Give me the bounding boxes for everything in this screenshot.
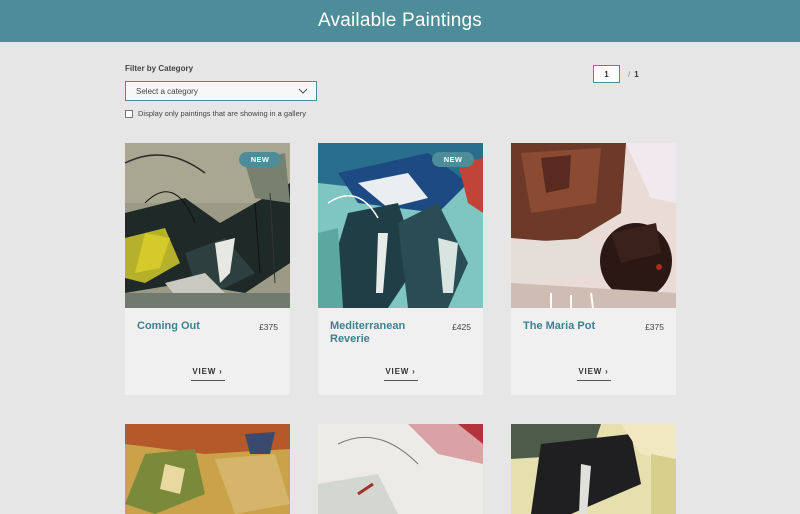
painting-image[interactable] — [125, 424, 290, 514]
chevron-down-icon — [298, 88, 308, 94]
painting-card[interactable] — [318, 424, 483, 514]
filter-label: Filter by Category — [125, 64, 194, 73]
painting-title[interactable]: The Maria Pot — [523, 320, 623, 333]
painting-image[interactable] — [318, 424, 483, 514]
page-title: Available Paintings — [317, 10, 482, 31]
painting-card[interactable] — [125, 424, 290, 514]
page-separator: / — [628, 69, 631, 79]
pagination: 1 / 1 — [593, 65, 639, 83]
page-header: Available Paintings — [0, 0, 800, 42]
painting-image[interactable] — [511, 424, 676, 514]
painting-image[interactable] — [511, 143, 676, 308]
painting-price: £375 — [645, 322, 664, 332]
page-total: 1 — [634, 69, 639, 79]
new-badge: NEW — [239, 152, 281, 167]
view-button[interactable]: VIEW › — [125, 367, 290, 381]
view-label[interactable]: VIEW › — [576, 367, 611, 381]
page-number-input[interactable]: 1 — [593, 65, 620, 83]
painting-card[interactable]: The Maria Pot £375 VIEW › — [511, 143, 676, 395]
gallery-checkbox-label: Display only paintings that are showing … — [138, 109, 307, 118]
view-button[interactable]: VIEW › — [318, 367, 483, 381]
gallery-filter-row[interactable]: Display only paintings that are showing … — [125, 109, 306, 118]
view-button[interactable]: VIEW › — [511, 367, 676, 381]
painting-price: £375 — [259, 322, 278, 332]
painting-card[interactable]: NEW Coming Out £375 VIEW › — [125, 143, 290, 395]
painting-title[interactable]: Mediterranean Reverie — [330, 320, 430, 346]
new-badge: NEW — [432, 152, 474, 167]
painting-image[interactable] — [318, 143, 483, 308]
painting-card[interactable] — [511, 424, 676, 514]
view-label[interactable]: VIEW › — [190, 367, 225, 381]
gallery-checkbox[interactable] — [125, 109, 133, 118]
view-label[interactable]: VIEW › — [383, 367, 418, 381]
category-select[interactable]: Select a category — [125, 81, 317, 101]
category-select-value: Select a category — [136, 86, 198, 96]
painting-title[interactable]: Coming Out — [137, 320, 237, 333]
painting-image[interactable] — [125, 143, 290, 308]
painting-price: £425 — [452, 322, 471, 332]
painting-card[interactable]: NEW Mediterranean Reverie £425 VIEW › — [318, 143, 483, 395]
